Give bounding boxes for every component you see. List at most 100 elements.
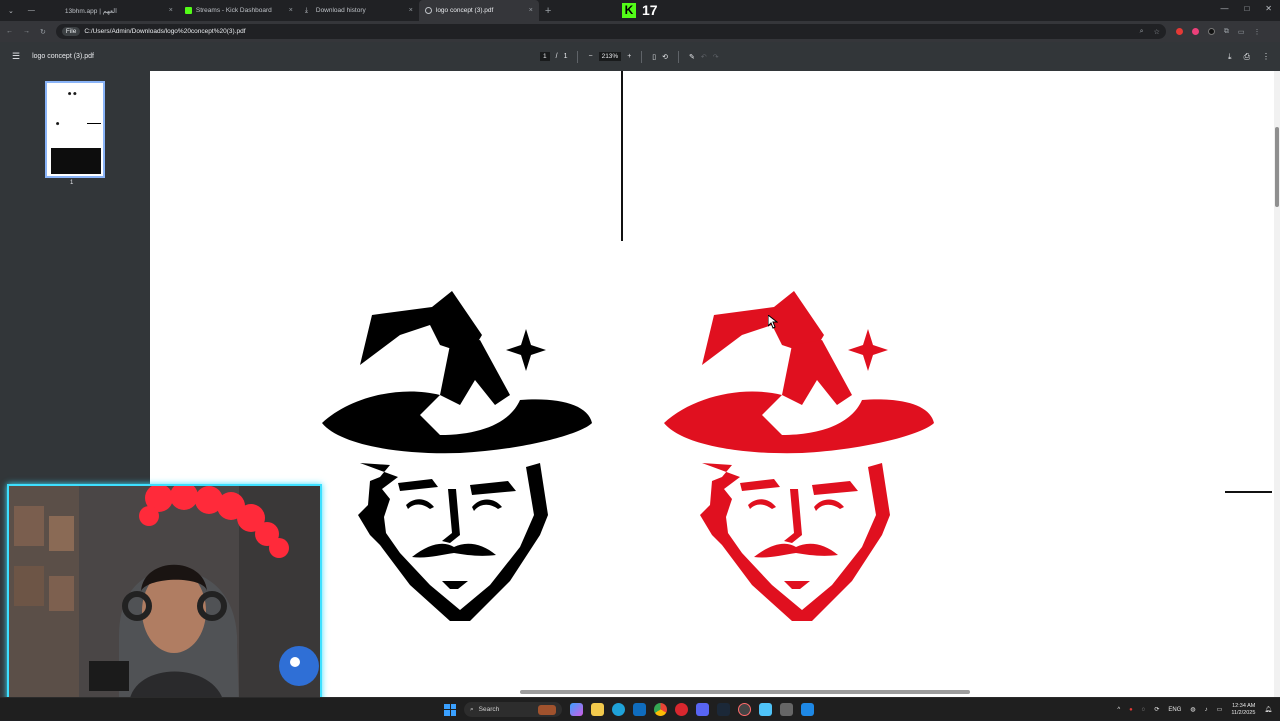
zoom-level-input[interactable]: 213%	[598, 52, 622, 61]
tab-download-history[interactable]: ⤓ Download history ×	[299, 0, 419, 21]
discord-icon[interactable]	[696, 703, 709, 716]
taskbar-search[interactable]: ⌕ Search	[464, 702, 562, 717]
edge-icon[interactable]	[612, 703, 625, 716]
language-indicator[interactable]: ENG	[1168, 707, 1181, 713]
thumbnail-dark-section	[51, 148, 101, 174]
zoom-in-button[interactable]: +	[627, 53, 631, 60]
thumbnail-mini-mark: ☻	[55, 121, 61, 127]
tray-chevron-icon[interactable]: ^	[1117, 707, 1120, 713]
reload-icon[interactable]: ↻	[40, 28, 46, 36]
extension-red-icon[interactable]	[1175, 28, 1183, 35]
vertical-scrollbar-thumb[interactable]	[1275, 127, 1279, 207]
obs-icon[interactable]	[738, 703, 751, 716]
forward-icon[interactable]: →	[23, 28, 30, 35]
system-tray: ^ ● ◌ ⟳ ENG ◍ ♪ ▭ 12:34 AM 11/2/2025 🔔︎	[1117, 698, 1272, 721]
download-pdf-icon[interactable]: ⤓	[1228, 52, 1232, 62]
fit-page-icon[interactable]: ▯	[652, 53, 656, 61]
pdf-toolbar: ☰ logo concept (3).pdf 1 / 1 − 213% + ▯ …	[0, 42, 1280, 71]
omnibox[interactable]: File C:/Users/Admin/Downloads/logo%20con…	[55, 24, 1166, 39]
search-icon: ⌕	[470, 705, 474, 713]
page-number-input[interactable]: 1	[540, 52, 550, 61]
wifi-icon[interactable]: ◍	[1190, 706, 1195, 713]
minimize-button[interactable]: —	[1220, 4, 1228, 13]
chrome-icon[interactable]	[654, 703, 667, 716]
close-window-button[interactable]: ✕	[1265, 4, 1272, 13]
calculator-icon[interactable]	[780, 703, 793, 716]
undo-icon[interactable]: ↶	[701, 53, 707, 61]
tab-label: Download history	[315, 7, 366, 14]
tray-record-icon[interactable]: ●	[1129, 707, 1133, 713]
vertical-scrollbar[interactable]	[1274, 71, 1280, 697]
mega-icon[interactable]	[675, 703, 688, 716]
pdf-viewer-taskbar-icon[interactable]	[801, 703, 814, 716]
page-total: 1	[563, 53, 568, 60]
tab-close-icon[interactable]: ×	[169, 7, 173, 14]
document-title: logo concept (3).pdf	[32, 53, 94, 60]
clock[interactable]: 12:34 AM 11/2/2025	[1231, 703, 1255, 717]
kick-favicon-icon	[184, 7, 192, 14]
outlook-icon[interactable]	[633, 703, 646, 716]
more-menu-icon[interactable]: ⋮	[1254, 28, 1261, 36]
site-info-chip[interactable]: File	[61, 27, 81, 36]
notepad-icon[interactable]	[759, 703, 772, 716]
address-bar: ← → ↻ File C:/Users/Admin/Downloads/logo…	[0, 21, 1280, 42]
redo-icon[interactable]: ↷	[713, 53, 719, 61]
clock-date: 11/2/2025	[1231, 709, 1256, 716]
globe-icon	[424, 7, 432, 14]
kick-logo-icon: K	[622, 2, 636, 18]
windows-taskbar: ⌕ Search ^ ● ◌ ⟳ ENG ◍ ♪ ▭ 12:34 AM 11/2…	[0, 697, 1280, 720]
tab-close-icon[interactable]: ×	[289, 7, 293, 14]
wizard-logo-black	[322, 291, 592, 621]
steam-icon[interactable]	[717, 703, 730, 716]
tab-close-icon[interactable]: ×	[529, 7, 533, 14]
mouse-cursor-icon	[768, 315, 778, 329]
pdf-more-icon[interactable]: ⋮	[1262, 52, 1270, 61]
extension-dark-icon[interactable]	[1207, 28, 1215, 35]
taskbar-apps: ⌕ Search	[444, 698, 814, 721]
zoom-icon[interactable]: ⌕	[1140, 28, 1144, 36]
viewer-count: 17	[642, 2, 658, 18]
tab-kick-dashboard[interactable]: Streams - Kick Dashboard ×	[179, 0, 299, 21]
annotate-icon[interactable]: ✎	[689, 53, 695, 61]
tray-network-icon[interactable]: ◌	[1142, 707, 1146, 713]
profile-icon[interactable]: ▭	[1238, 28, 1245, 36]
tab-close-icon[interactable]: ×	[409, 7, 413, 14]
file-explorer-icon[interactable]	[591, 703, 604, 716]
search-placeholder: Search	[478, 706, 500, 713]
kick-viewer-overlay: K 17	[622, 2, 658, 18]
tab-search-icon[interactable]: ⌄	[8, 7, 14, 15]
tray-sync-icon[interactable]: ⟳	[1154, 706, 1159, 713]
divider-line-horizontal	[1225, 491, 1272, 493]
search-highlight-icon	[538, 704, 556, 715]
new-tab-button[interactable]: +	[545, 5, 551, 17]
tab-label: Streams - Kick Dashboard	[195, 7, 272, 14]
hamburger-menu-icon[interactable]: ☰	[12, 51, 20, 62]
rotate-icon[interactable]: ⟲	[662, 53, 668, 61]
maximize-button[interactable]: □	[1244, 4, 1249, 13]
divider	[577, 50, 579, 63]
volume-icon[interactable]: ♪	[1205, 707, 1208, 713]
zoom-out-button[interactable]: −	[588, 53, 592, 60]
divider	[678, 50, 680, 63]
copilot-icon[interactable]	[570, 703, 583, 716]
wizard-logo-red	[664, 291, 934, 621]
extension-pink-icon[interactable]	[1191, 28, 1199, 35]
separator-icon: —	[27, 7, 35, 14]
window-controls: — □ ✕	[1220, 4, 1272, 13]
streamer-webcam-overlay	[7, 484, 322, 705]
back-icon[interactable]: ←	[6, 28, 13, 35]
battery-icon[interactable]: ▭	[1217, 706, 1223, 713]
thumbnail-mini-logos: ☻☻	[67, 91, 78, 97]
windows-start-icon[interactable]	[444, 703, 456, 716]
extensions-puzzle-icon[interactable]: ⧉	[1224, 28, 1229, 36]
page-thumbnail[interactable]: ☻☻ ☻	[45, 81, 105, 178]
pdf-page-controls: 1 / 1 − 213% + ▯ ⟲ ✎ ↶ ↷	[540, 42, 719, 71]
horizontal-scrollbar[interactable]	[520, 690, 970, 694]
tab-13bhm[interactable]: 13bhm.app | العهم ×	[59, 0, 179, 21]
bookmark-star-icon[interactable]: ☆	[1154, 28, 1160, 36]
notification-bell-icon[interactable]: 🔔︎	[1264, 706, 1272, 713]
print-icon[interactable]: ⎙	[1244, 52, 1250, 62]
webcam-scene	[9, 486, 320, 703]
url-text[interactable]: C:/Users/Admin/Downloads/logo%20concept%…	[84, 28, 245, 35]
tab-logo-concept[interactable]: logo concept (3).pdf ×	[418, 0, 539, 21]
